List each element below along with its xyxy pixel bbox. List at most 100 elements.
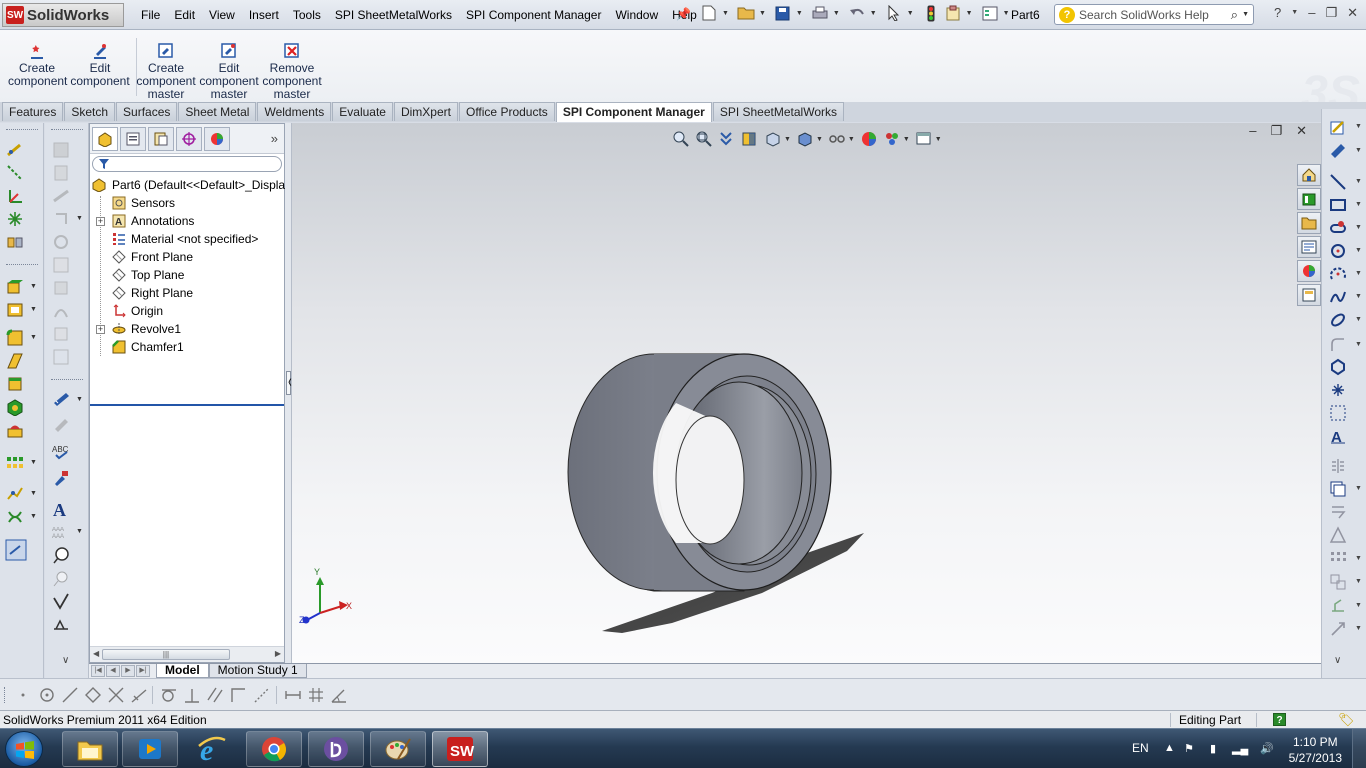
- save-dropdown-icon[interactable]: ▼: [796, 10, 803, 17]
- document-minimize-icon[interactable]: –: [1249, 123, 1256, 139]
- toolbar-grip[interactable]: [51, 379, 83, 382]
- coordinate-system-icon[interactable]: [6, 187, 24, 205]
- start-button[interactable]: [5, 731, 43, 767]
- sketch-text-icon[interactable]: A: [1329, 427, 1347, 445]
- previous-tab-icon[interactable]: ◀: [106, 665, 120, 677]
- expand-icon[interactable]: +: [96, 217, 105, 226]
- convert-entities-icon[interactable]: [1329, 503, 1347, 521]
- options-icon[interactable]: [981, 4, 999, 22]
- previous-view-icon[interactable]: [718, 130, 736, 148]
- arc-icon[interactable]: [1329, 265, 1347, 283]
- print-dropdown-icon[interactable]: ▼: [833, 10, 840, 17]
- menu-insert[interactable]: Insert: [242, 7, 286, 23]
- new-dropdown-icon[interactable]: ▼: [722, 10, 729, 17]
- spline-dropdown-icon[interactable]: ▼: [1355, 293, 1362, 300]
- point-snap-icon[interactable]: [14, 686, 32, 704]
- extruded-boss-icon[interactable]: [6, 278, 24, 296]
- tree-item-revolve1[interactable]: + Revolve1: [90, 320, 284, 338]
- sketch-fillet-icon[interactable]: [1329, 336, 1347, 354]
- note-icon[interactable]: A: [52, 500, 70, 518]
- language-indicator[interactable]: EN: [1132, 741, 1149, 755]
- zoom-to-area-icon[interactable]: [695, 130, 713, 148]
- tab-spi-sheetmetalworks[interactable]: SPI SheetMetalWorks: [712, 102, 844, 121]
- view-palette-tab[interactable]: [1297, 236, 1321, 258]
- collapse-panel-icon[interactable]: ❬: [286, 371, 293, 395]
- view-orientation-dropdown-icon[interactable]: ▼: [784, 136, 791, 143]
- sketch-icon[interactable]: [1329, 118, 1347, 136]
- tab-motion-study-1[interactable]: Motion Study 1: [208, 664, 307, 678]
- scroll-left-icon[interactable]: ◀: [93, 649, 99, 658]
- display-relations-icon[interactable]: [1329, 597, 1347, 615]
- property-manager-tab[interactable]: [120, 126, 146, 151]
- taskbar-internet-explorer[interactable]: e: [184, 731, 240, 767]
- helix-dropdown-icon[interactable]: ▼: [30, 513, 37, 520]
- scroll-right-icon[interactable]: ▶: [275, 649, 281, 658]
- remove-component-master-button[interactable]: Remove component master: [262, 42, 322, 101]
- restore-icon[interactable]: ❐: [1325, 5, 1337, 21]
- hide-show-dropdown-icon[interactable]: ▼: [848, 136, 855, 143]
- solidworks-logo[interactable]: SW SolidWorks: [2, 3, 124, 27]
- create-component-button[interactable]: Create component: [8, 42, 67, 88]
- view-settings-icon[interactable]: [915, 130, 933, 148]
- select-arrow-icon[interactable]: [885, 4, 903, 22]
- open-folder-icon[interactable]: [737, 4, 755, 22]
- rollback-bar[interactable]: [90, 404, 284, 406]
- dimxpert-manager-tab[interactable]: [176, 126, 202, 151]
- arc-dropdown-icon[interactable]: ▼: [1355, 270, 1362, 277]
- rectangle-icon[interactable]: [1329, 196, 1347, 214]
- view-orientation-icon[interactable]: [764, 130, 782, 148]
- angle-snap-icon[interactable]: [330, 686, 348, 704]
- help-menu-icon[interactable]: ?: [1274, 5, 1281, 21]
- toolbar-overflow-chevron-icon[interactable]: ∨: [62, 655, 69, 666]
- tab-sheet-metal[interactable]: Sheet Metal: [178, 102, 257, 121]
- solidworks-resources-tab[interactable]: [1297, 164, 1321, 186]
- pin-menu-icon[interactable]: 📌: [676, 7, 691, 21]
- volume-icon[interactable]: 🔊: [1260, 742, 1274, 755]
- linear-pattern-icon[interactable]: [6, 454, 24, 472]
- slot-icon[interactable]: [1329, 219, 1347, 237]
- tab-features[interactable]: Features: [2, 102, 64, 121]
- menu-spi-component-manager[interactable]: SPI Component Manager: [459, 7, 608, 23]
- dimension-sketch-dropdown-icon[interactable]: ▼: [1355, 147, 1362, 154]
- battery-icon[interactable]: ▮: [1210, 742, 1216, 755]
- toolbar-grip[interactable]: [51, 129, 83, 132]
- sketch-point-icon[interactable]: [1329, 381, 1347, 399]
- section-view-icon[interactable]: [741, 130, 759, 148]
- tab-weldments[interactable]: Weldments: [257, 102, 332, 121]
- draft-icon[interactable]: [6, 375, 24, 393]
- relations-dropdown-icon[interactable]: ▼: [1355, 602, 1362, 609]
- linear-note-pattern-icon[interactable]: AAAAAA: [52, 523, 70, 541]
- sketch-dropdown-icon[interactable]: ▼: [1355, 123, 1362, 130]
- trim-entities-icon[interactable]: [1329, 526, 1347, 544]
- pattern-dropdown-icon[interactable]: ▼: [30, 459, 37, 466]
- graphics-area[interactable]: Y X Z ▼ ▼ ▼ ▼ ▼ – ❐ ✕: [292, 123, 1321, 663]
- quadrant-snap-icon[interactable]: [84, 686, 102, 704]
- last-tab-icon[interactable]: ▶|: [136, 665, 150, 677]
- quick-snaps-dropdown-icon[interactable]: ▼: [1355, 625, 1362, 632]
- menu-edit[interactable]: Edit: [167, 7, 202, 23]
- help-search-box[interactable]: ? Search SolidWorks Help ⌕ ▼: [1054, 4, 1254, 25]
- tree-item-annotations[interactable]: + A Annotations: [90, 212, 284, 230]
- shell-dropdown-icon[interactable]: ▼: [30, 306, 37, 313]
- tags-icon[interactable]: 🏷: [1338, 712, 1355, 728]
- tab-spi-component-manager[interactable]: SPI Component Manager: [555, 102, 712, 122]
- move-entities-icon[interactable]: [1329, 573, 1347, 591]
- taskbar-bittorrent[interactable]: [308, 731, 364, 767]
- circle-dropdown-icon[interactable]: ▼: [1355, 247, 1362, 254]
- undo-dropdown-icon[interactable]: ▼: [870, 10, 877, 17]
- new-document-icon[interactable]: [700, 4, 718, 22]
- create-component-master-button[interactable]: Create component master: [136, 42, 196, 101]
- search-icon[interactable]: ⌕: [1231, 7, 1238, 23]
- tab-dimxpert[interactable]: DimXpert: [393, 102, 458, 121]
- hide-show-items-icon[interactable]: [828, 130, 846, 148]
- next-tab-icon[interactable]: ▶: [121, 665, 135, 677]
- horizontal-vertical-snap-icon[interactable]: [229, 686, 247, 704]
- quick-snaps-icon[interactable]: [1329, 620, 1347, 638]
- tab-model[interactable]: Model: [156, 664, 209, 678]
- polygon-icon[interactable]: [1329, 358, 1347, 376]
- appearances-tab[interactable]: [1297, 260, 1321, 282]
- scroll-thumb[interactable]: |||: [102, 649, 230, 660]
- tab-office-products[interactable]: Office Products: [458, 102, 555, 121]
- offset-entities-icon[interactable]: [1329, 480, 1347, 498]
- ellipse-icon[interactable]: [1329, 311, 1347, 329]
